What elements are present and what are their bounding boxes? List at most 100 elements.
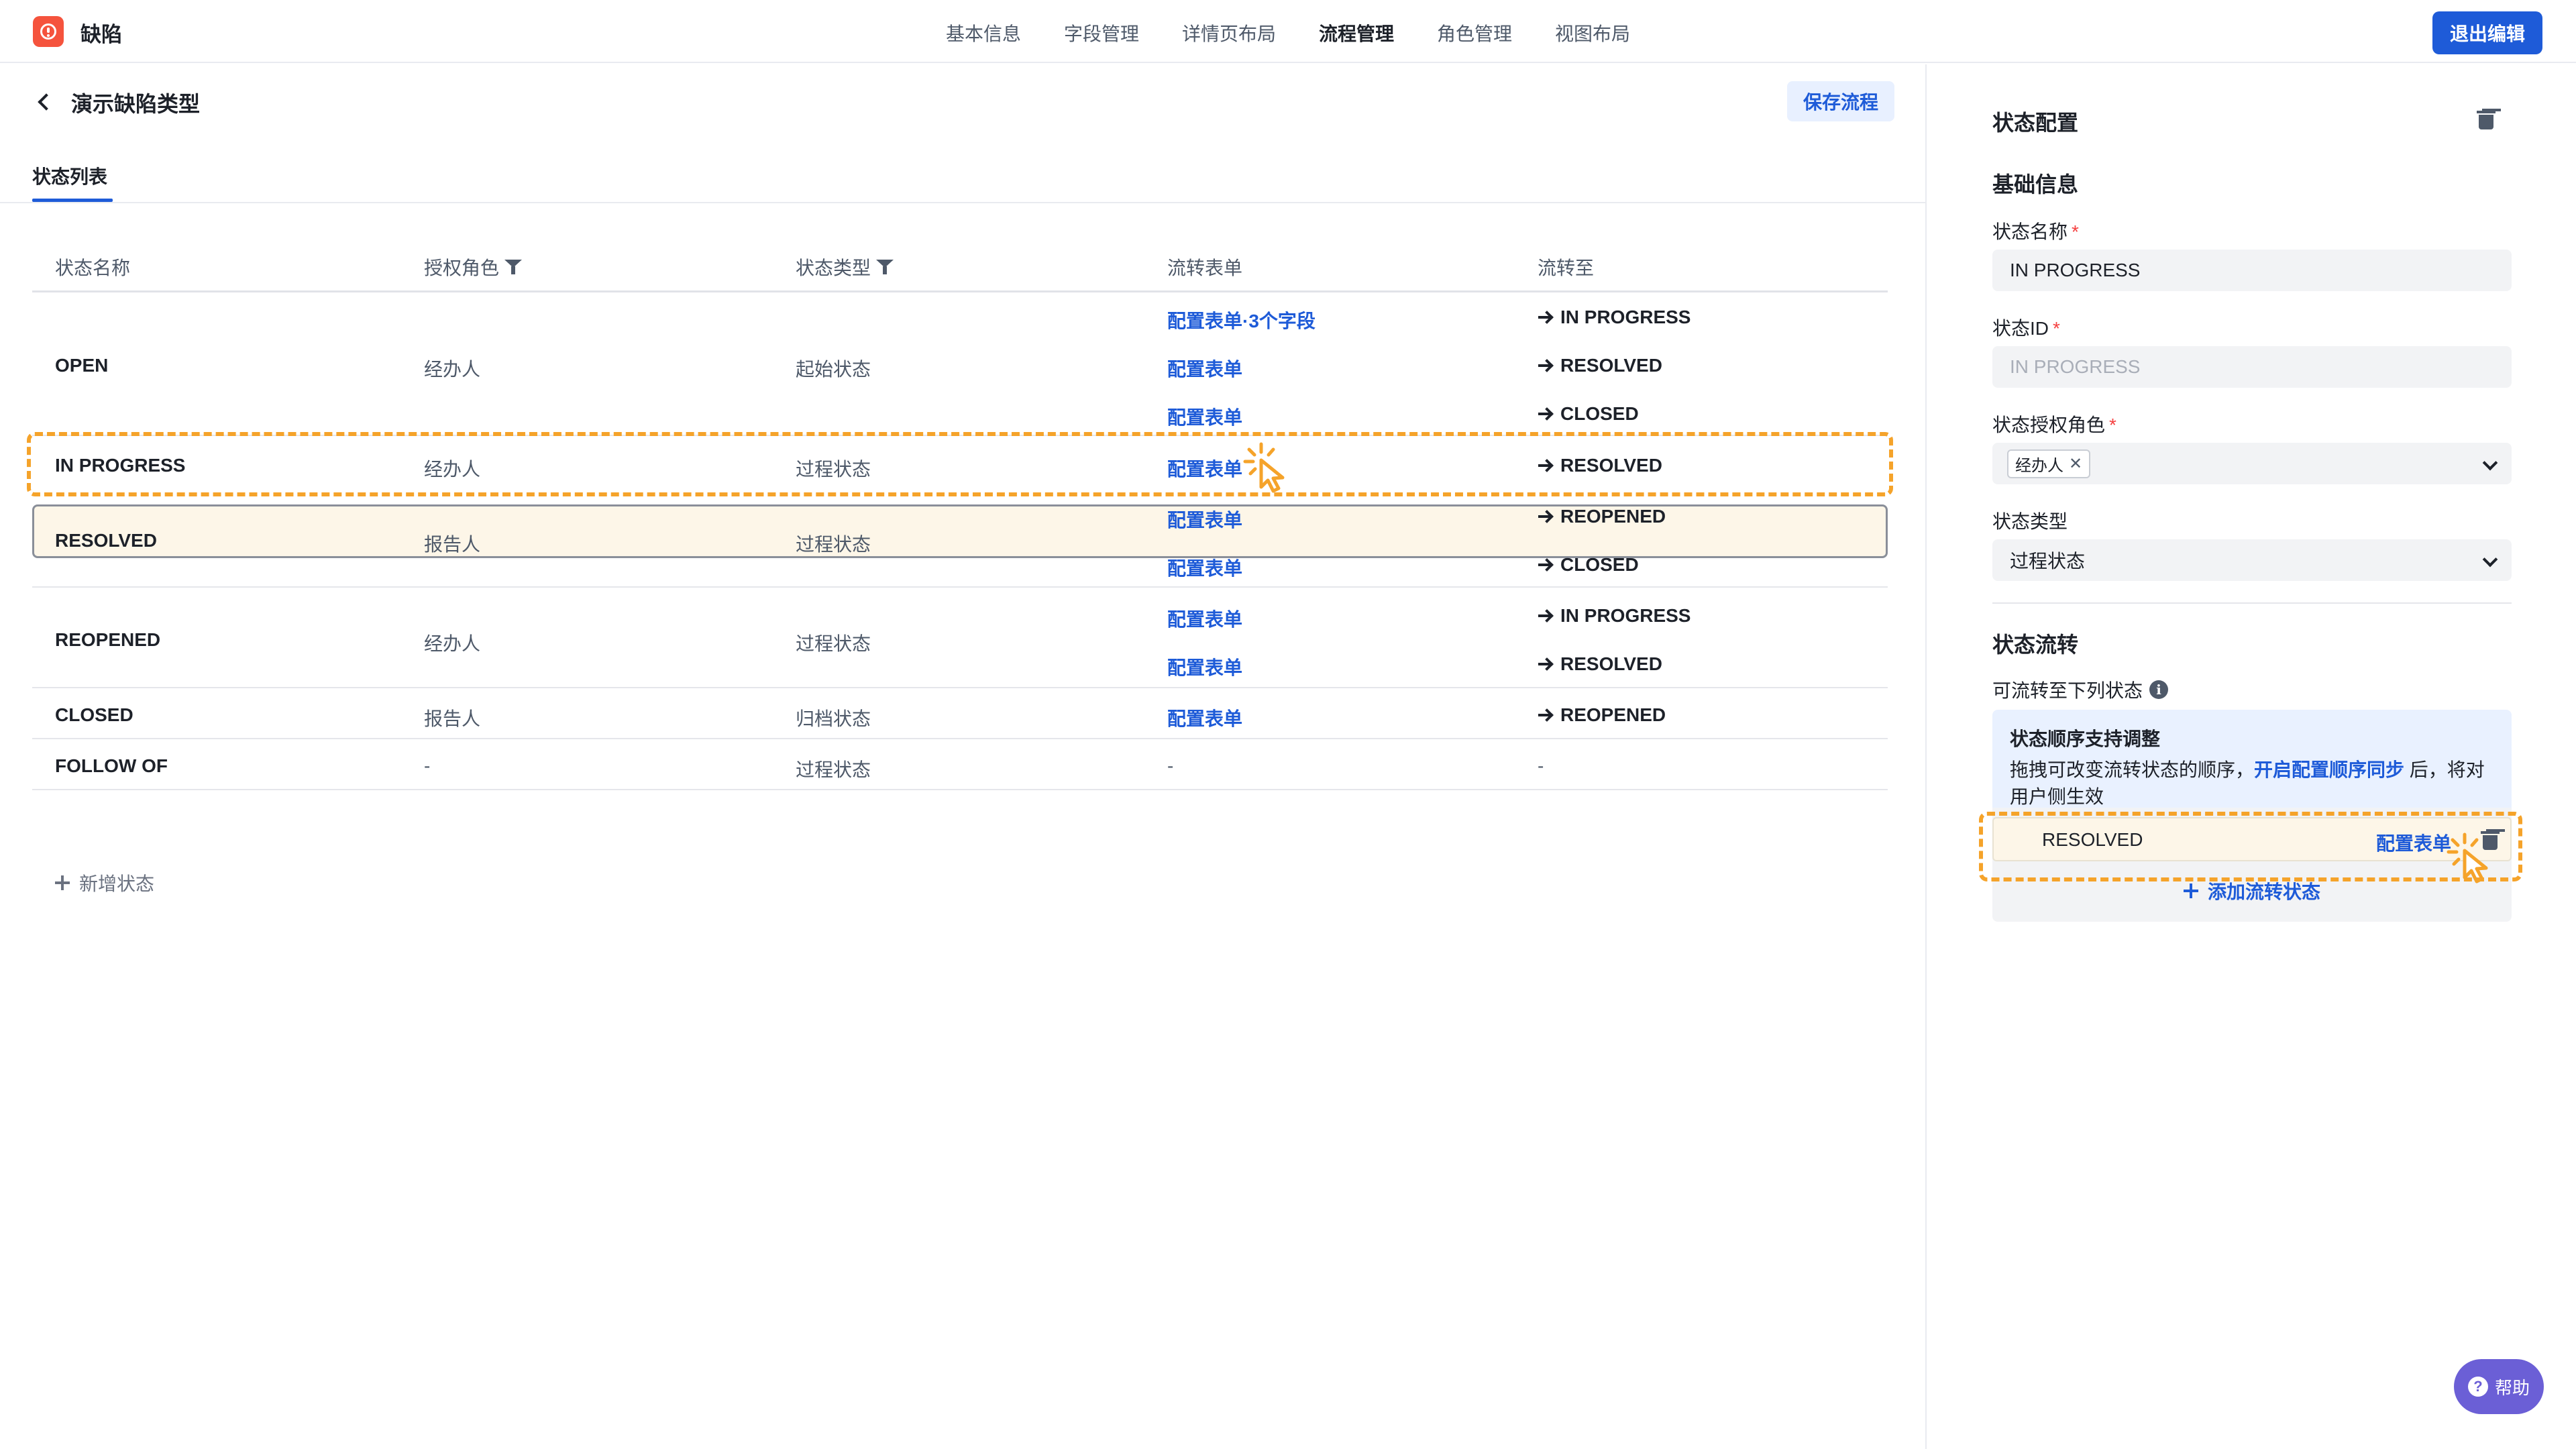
role-cell: 报告人 bbox=[424, 534, 481, 555]
arrow-right-icon bbox=[1538, 310, 1552, 325]
back-arrow-icon[interactable] bbox=[34, 91, 54, 111]
arrow-right-icon bbox=[1538, 708, 1552, 722]
filter-icon[interactable] bbox=[504, 258, 523, 276]
add-flow-state-button[interactable]: 添加流转状态 bbox=[1992, 877, 2512, 904]
state-id-label: 状态ID * bbox=[1992, 318, 2060, 339]
state-name-cell: FOLLOW OF bbox=[55, 755, 168, 776]
configure-form-link[interactable]: 配置表单·3个字段 bbox=[1167, 307, 1316, 333]
configure-form-link[interactable]: 配置表单 bbox=[1167, 704, 1242, 731]
transition-target: CLOSED bbox=[1538, 554, 1639, 576]
transition-target: RESOLVED bbox=[1538, 355, 1662, 376]
arrow-right-icon bbox=[1538, 509, 1552, 524]
configure-form-link[interactable]: 配置表单 bbox=[1167, 355, 1242, 382]
add-state-button[interactable]: 新增状态 bbox=[55, 869, 154, 896]
main-content: 演示缺陷类型 保存流程 状态列表 状态名称 授权角色 状态类型 流转表单 流转至… bbox=[0, 64, 1927, 1449]
state-role-label: 状态授权角色 * bbox=[1992, 415, 2116, 435]
state-type-label: 状态类型 bbox=[1992, 511, 2068, 532]
row-focus-indicator bbox=[27, 432, 1893, 496]
state-type-cell: 过程状态 bbox=[796, 759, 871, 780]
exit-edit-button[interactable]: 退出编辑 bbox=[2432, 11, 2542, 54]
row-divider bbox=[32, 789, 1888, 790]
transition-target: REOPENED bbox=[1538, 704, 1666, 726]
state-type-cell: 过程状态 bbox=[796, 534, 871, 555]
app-title: 缺陷 bbox=[80, 23, 122, 46]
nav-tab-role-management[interactable]: 角色管理 bbox=[1437, 19, 1512, 46]
configure-form-link[interactable]: 配置表单 bbox=[1167, 605, 1242, 632]
notice-title: 状态顺序支持调整 bbox=[2010, 729, 2161, 749]
enable-order-sync-link[interactable]: 开启配置顺序同步 bbox=[2254, 759, 2404, 780]
info-icon[interactable]: i bbox=[2149, 680, 2169, 699]
filter-icon[interactable] bbox=[876, 258, 894, 276]
plus-icon bbox=[2183, 883, 2198, 898]
save-workflow-button[interactable]: 保存流程 bbox=[1787, 81, 1894, 121]
state-name-label: 状态名称 * bbox=[1992, 221, 2079, 242]
flow-item-focus-indicator bbox=[1979, 812, 2522, 881]
configure-form-link[interactable]: 配置表单 bbox=[1167, 653, 1242, 680]
state-type-cell: 归档状态 bbox=[796, 708, 871, 729]
transition-target: RESOLVED bbox=[1538, 653, 1662, 675]
arrow-right-icon bbox=[1538, 557, 1552, 572]
transition-target: REOPENED bbox=[1538, 506, 1666, 527]
order-notice: 状态顺序支持调整 拖拽可改变流转状态的顺序，开启配置顺序同步 后，将对 用户侧生… bbox=[1992, 710, 2512, 808]
notice-text: 拖拽可改变流转状态的顺序，开启配置顺序同步 后，将对 用户侧生效 bbox=[2010, 759, 2485, 807]
transition-target: CLOSED bbox=[1538, 403, 1639, 425]
flow-section-heading: 状态流转 bbox=[1992, 633, 2079, 657]
transition-target: IN PROGRESS bbox=[1538, 307, 1690, 328]
state-type-cell: 过程状态 bbox=[796, 633, 871, 654]
section-divider bbox=[1992, 602, 2512, 604]
role-cell: 报告人 bbox=[424, 708, 481, 729]
arrow-right-icon bbox=[1538, 608, 1552, 623]
arrow-right-icon bbox=[1538, 358, 1552, 373]
tab-state-list[interactable]: 状态列表 bbox=[32, 162, 107, 189]
defect-logo-icon bbox=[33, 16, 64, 47]
help-button[interactable]: ? 帮助 bbox=[2454, 1359, 2544, 1414]
state-type-select[interactable]: 过程状态 bbox=[1992, 539, 2512, 581]
role-tag: 经办人 ✕ bbox=[2007, 449, 2091, 478]
arrow-right-icon bbox=[1538, 407, 1552, 421]
help-question-icon: ? bbox=[2467, 1377, 2488, 1397]
column-header-state-type: 状态类型 bbox=[796, 254, 894, 280]
transition-form-empty: - bbox=[1167, 755, 1174, 776]
flow-targets-label: 可流转至下列状态 i bbox=[1992, 676, 2169, 703]
state-id-input: IN PROGRESS bbox=[1992, 346, 2512, 388]
state-config-panel: 状态配置 基础信息 状态名称 * IN PROGRESS 状态ID * IN PRO… bbox=[1928, 64, 2576, 1449]
chevron-down-icon bbox=[2482, 551, 2498, 568]
remove-tag-icon[interactable]: ✕ bbox=[2069, 454, 2082, 474]
state-name-input[interactable]: IN PROGRESS bbox=[1992, 250, 2512, 291]
trash-icon[interactable] bbox=[2477, 109, 2496, 130]
column-header-state-name: 状态名称 bbox=[55, 258, 131, 278]
state-role-select[interactable]: 经办人 ✕ bbox=[1992, 443, 2512, 484]
row-divider bbox=[32, 738, 1888, 739]
column-header-role: 授权角色 bbox=[424, 254, 523, 280]
state-name-cell: OPEN bbox=[55, 355, 109, 376]
configure-form-link[interactable]: 配置表单 bbox=[1167, 506, 1242, 533]
nav-tab-workflow[interactable]: 流程管理 bbox=[1319, 19, 1394, 46]
top-bar: 缺陷 基本信息 字段管理 详情页布局 流程管理 角色管理 视图布局 退出编辑 bbox=[0, 0, 2576, 63]
nav-tab-field-management[interactable]: 字段管理 bbox=[1064, 19, 1139, 46]
row-divider bbox=[32, 687, 1888, 688]
nav-tab-detail-layout[interactable]: 详情页布局 bbox=[1182, 19, 1276, 46]
basic-info-heading: 基础信息 bbox=[1992, 172, 2079, 197]
column-header-transition-to: 流转至 bbox=[1538, 258, 1595, 278]
configure-form-link[interactable]: 配置表单 bbox=[1167, 403, 1242, 430]
state-type-cell: 起始状态 bbox=[796, 359, 871, 380]
transition-target: IN PROGRESS bbox=[1538, 605, 1690, 627]
panel-title: 状态配置 bbox=[1992, 111, 2079, 135]
state-name-cell: CLOSED bbox=[55, 704, 133, 725]
table-header-divider bbox=[32, 290, 1888, 292]
page-title: 演示缺陷类型 bbox=[71, 92, 201, 116]
configure-form-link[interactable]: 配置表单 bbox=[1167, 554, 1242, 581]
role-cell: 经办人 bbox=[424, 633, 481, 654]
arrow-right-icon bbox=[1538, 657, 1552, 672]
role-cell: 经办人 bbox=[424, 359, 481, 380]
nav-tab-basic-info[interactable]: 基本信息 bbox=[946, 19, 1021, 46]
plus-icon bbox=[55, 875, 70, 890]
state-name-cell: REOPENED bbox=[55, 629, 161, 650]
state-name-cell: RESOLVED bbox=[55, 530, 157, 551]
tab-divider bbox=[0, 202, 1927, 203]
role-cell: - bbox=[424, 755, 431, 776]
chevron-down-icon bbox=[2482, 455, 2498, 471]
transition-target-empty: - bbox=[1538, 755, 1544, 776]
nav-tab-view-layout[interactable]: 视图布局 bbox=[1555, 19, 1630, 46]
column-header-transition-form: 流转表单 bbox=[1167, 258, 1243, 278]
